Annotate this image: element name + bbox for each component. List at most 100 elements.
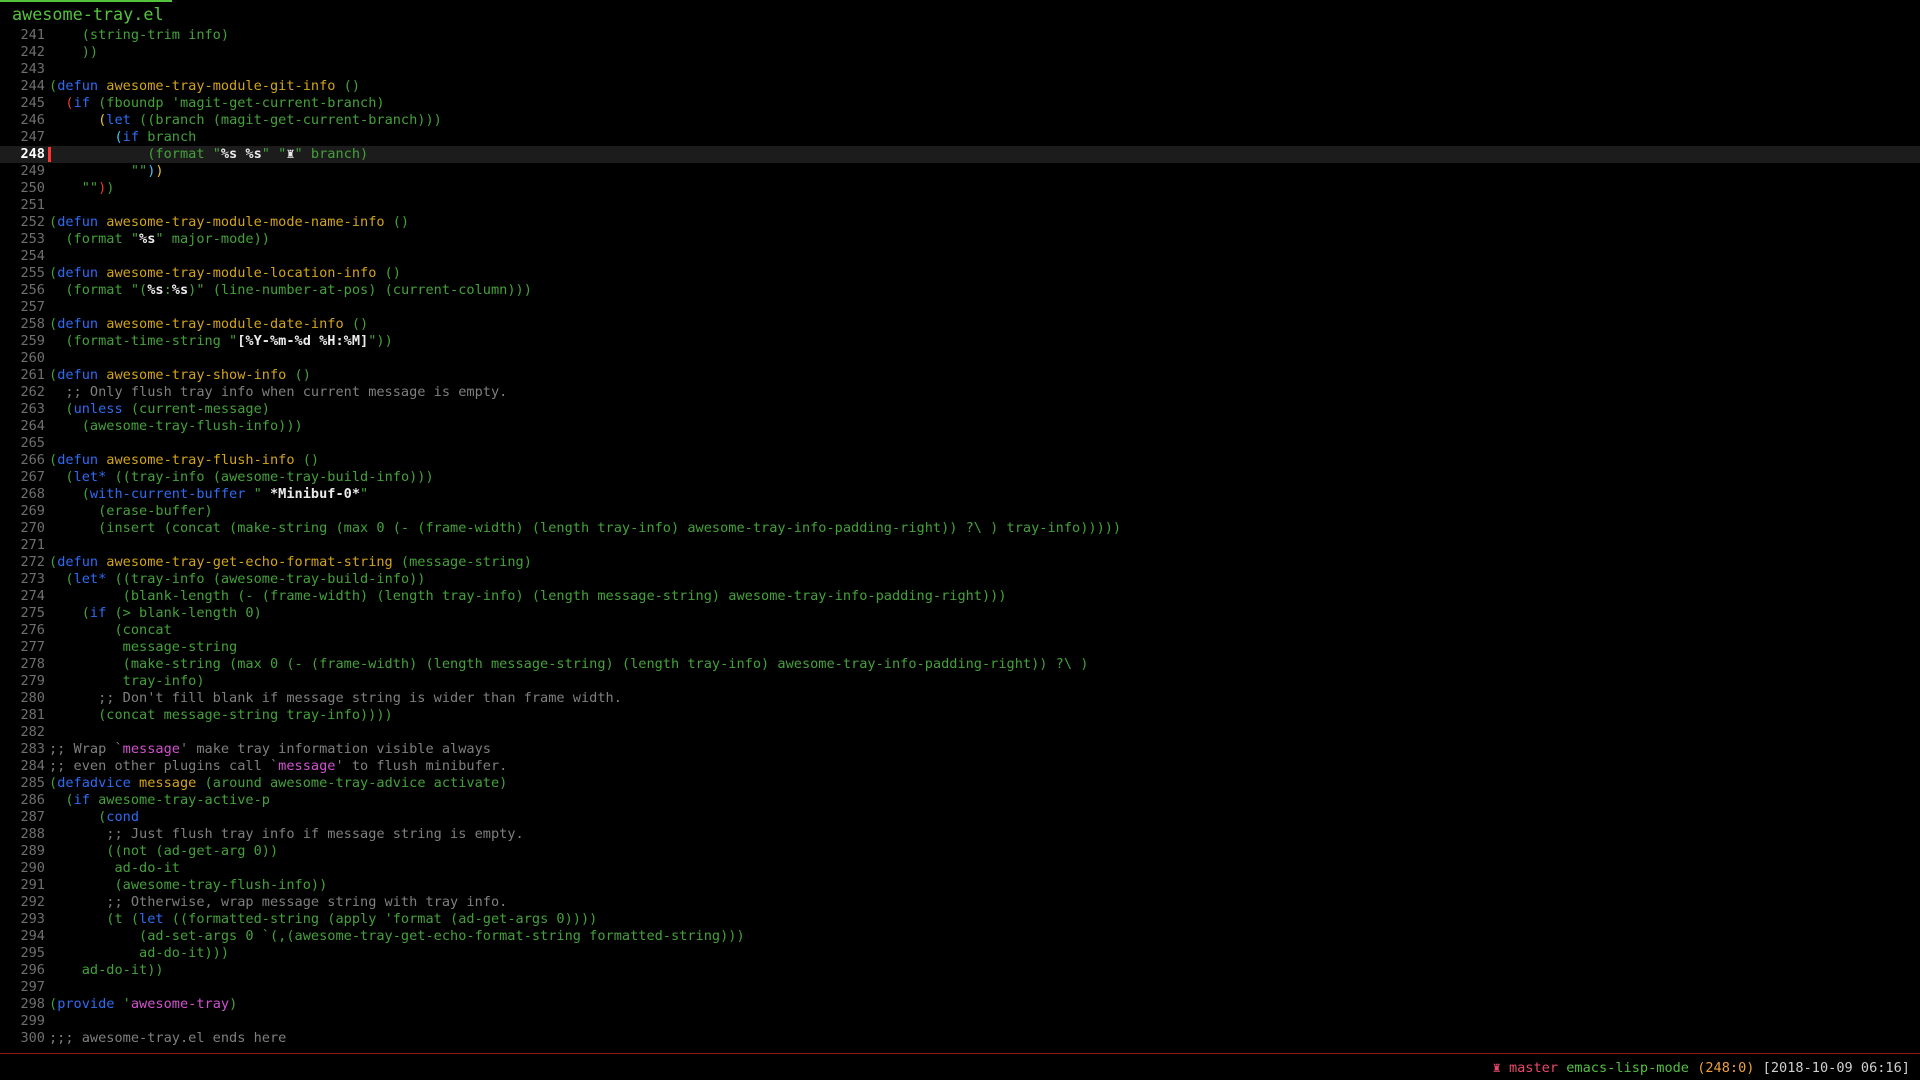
code-line[interactable]: 257 — [0, 299, 1920, 316]
code-line[interactable]: 300;;; awesome-tray.el ends here — [0, 1030, 1920, 1047]
code-line[interactable]: 298(provide 'awesome-tray) — [0, 996, 1920, 1013]
code-line[interactable]: 263 (unless (current-message) — [0, 401, 1920, 418]
code-line[interactable]: 291 (awesome-tray-flush-info)) — [0, 877, 1920, 894]
line-number: 297 — [0, 979, 45, 996]
code-line[interactable]: 279 tray-info) — [0, 673, 1920, 690]
code-line[interactable]: 292 ;; Otherwise, wrap message string wi… — [0, 894, 1920, 911]
line-number: 289 — [0, 843, 45, 860]
code-line[interactable]: 278 (make-string (max 0 (- (frame-width)… — [0, 656, 1920, 673]
code-line[interactable]: 293 (t (let ((formatted-string (apply 'f… — [0, 911, 1920, 928]
code-line[interactable]: 262 ;; Only flush tray info when current… — [0, 384, 1920, 401]
line-number: 274 — [0, 588, 45, 605]
code-text: (concat — [49, 622, 172, 639]
awesome-tray-statusbar: ♜ master emacs-lisp-mode (248:0) [2018-1… — [1493, 1059, 1910, 1078]
code-line[interactable]: 251 — [0, 197, 1920, 214]
code-line[interactable]: 244(defun awesome-tray-module-git-info (… — [0, 78, 1920, 95]
code-line[interactable]: 289 ((not (ad-get-arg 0)) — [0, 843, 1920, 860]
code-line[interactable]: 296 ad-do-it)) — [0, 962, 1920, 979]
code-line[interactable]: 260 — [0, 350, 1920, 367]
code-text: ;;; awesome-tray.el ends here — [49, 1030, 286, 1047]
code-line[interactable]: 288 ;; Just flush tray info if message s… — [0, 826, 1920, 843]
code-text: (awesome-tray-flush-info)) — [49, 877, 327, 894]
line-number: 264 — [0, 418, 45, 435]
code-text: (make-string (max 0 (- (frame-width) (le… — [49, 656, 1088, 673]
code-line[interactable]: 252(defun awesome-tray-module-mode-name-… — [0, 214, 1920, 231]
line-number: 276 — [0, 622, 45, 639]
code-line[interactable]: 284;; even other plugins call `message' … — [0, 758, 1920, 775]
code-line[interactable]: 268 (with-current-buffer " *Minibuf-0*" — [0, 486, 1920, 503]
code-line[interactable]: 294 (ad-set-args 0 `(,(awesome-tray-get-… — [0, 928, 1920, 945]
line-number: 266 — [0, 452, 45, 469]
code-line[interactable]: 299 — [0, 1013, 1920, 1030]
code-text: ;; Only flush tray info when current mes… — [49, 384, 507, 401]
code-line[interactable]: 248 (format "%s %s" "♜" branch) — [0, 146, 1920, 163]
line-number: 262 — [0, 384, 45, 401]
code-line[interactable]: 267 (let* ((tray-info (awesome-tray-buil… — [0, 469, 1920, 486]
code-line[interactable]: 255(defun awesome-tray-module-location-i… — [0, 265, 1920, 282]
code-line[interactable]: 277 message-string — [0, 639, 1920, 656]
code-line[interactable]: 256 (format "(%s:%s)" (line-number-at-po… — [0, 282, 1920, 299]
code-editor[interactable]: 241 (string-trim info)242 ))243244(defun… — [0, 27, 1920, 1047]
code-line[interactable]: 271 — [0, 537, 1920, 554]
code-line[interactable]: 265 — [0, 435, 1920, 452]
code-text: (awesome-tray-flush-info))) — [49, 418, 303, 435]
code-line[interactable]: 264 (awesome-tray-flush-info))) — [0, 418, 1920, 435]
code-line[interactable]: 259 (format-time-string "[%Y-%m-%d %H:%M… — [0, 333, 1920, 350]
code-line[interactable]: 261(defun awesome-tray-show-info () — [0, 367, 1920, 384]
code-line[interactable]: 280 ;; Don't fill blank if message strin… — [0, 690, 1920, 707]
code-line[interactable]: 282 — [0, 724, 1920, 741]
code-text: )) — [49, 44, 98, 61]
line-number: 246 — [0, 112, 45, 129]
code-text: ((not (ad-get-arg 0)) — [49, 843, 278, 860]
code-line[interactable]: 276 (concat — [0, 622, 1920, 639]
line-number: 291 — [0, 877, 45, 894]
code-line[interactable]: 286 (if awesome-tray-active-p — [0, 792, 1920, 809]
code-line[interactable]: 287 (cond — [0, 809, 1920, 826]
code-line[interactable]: 241 (string-trim info) — [0, 27, 1920, 44]
code-text: (string-trim info) — [49, 27, 229, 44]
line-number: 269 — [0, 503, 45, 520]
code-line[interactable]: 266(defun awesome-tray-flush-info () — [0, 452, 1920, 469]
code-line[interactable]: 253 (format "%s" major-mode)) — [0, 231, 1920, 248]
code-text: (format "%s %s" "♜" branch) — [49, 146, 368, 163]
tab-awesome-tray-el[interactable]: awesome-tray.el — [12, 4, 164, 24]
code-text: ;; Just flush tray info if message strin… — [49, 826, 524, 843]
code-line[interactable]: 297 — [0, 979, 1920, 996]
code-line[interactable]: 295 ad-do-it))) — [0, 945, 1920, 962]
code-line[interactable]: 246 (let ((branch (magit-get-current-bra… — [0, 112, 1920, 129]
code-line[interactable]: 285(defadvice message (around awesome-tr… — [0, 775, 1920, 792]
code-line[interactable]: 249 "")) — [0, 163, 1920, 180]
line-number: 282 — [0, 724, 45, 741]
code-line[interactable]: 245 (if (fboundp 'magit-get-current-bran… — [0, 95, 1920, 112]
code-line[interactable]: 258(defun awesome-tray-module-date-info … — [0, 316, 1920, 333]
line-number: 250 — [0, 180, 45, 197]
code-line[interactable]: 283;; Wrap `message' make tray informati… — [0, 741, 1920, 758]
code-line[interactable]: 275 (if (> blank-length 0) — [0, 605, 1920, 622]
code-line[interactable]: 274 (blank-length (- (frame-width) (leng… — [0, 588, 1920, 605]
code-line[interactable]: 272(defun awesome-tray-get-echo-format-s… — [0, 554, 1920, 571]
line-number: 261 — [0, 367, 45, 384]
line-number: 254 — [0, 248, 45, 265]
code-text: ad-do-it — [49, 860, 180, 877]
code-text: (defun awesome-tray-module-mode-name-inf… — [49, 214, 409, 231]
line-number: 260 — [0, 350, 45, 367]
code-text: "")) — [49, 163, 164, 180]
code-text: (format "(%s:%s)" (line-number-at-pos) (… — [49, 282, 532, 299]
code-line[interactable]: 254 — [0, 248, 1920, 265]
code-text: tray-info) — [49, 673, 205, 690]
code-line[interactable]: 243 — [0, 61, 1920, 78]
git-branch-label: master — [1509, 1060, 1558, 1076]
code-text: (if awesome-tray-active-p — [49, 792, 270, 809]
code-line[interactable]: 250 "")) — [0, 180, 1920, 197]
code-line[interactable]: 247 (if branch — [0, 129, 1920, 146]
code-line[interactable]: 269 (erase-buffer) — [0, 503, 1920, 520]
code-line[interactable]: 270 (insert (concat (make-string (max 0 … — [0, 520, 1920, 537]
line-number: 281 — [0, 707, 45, 724]
code-line[interactable]: 290 ad-do-it — [0, 860, 1920, 877]
line-number: 298 — [0, 996, 45, 1013]
code-line[interactable]: 242 )) — [0, 44, 1920, 61]
code-line[interactable]: 273 (let* ((tray-info (awesome-tray-buil… — [0, 571, 1920, 588]
line-number: 265 — [0, 435, 45, 452]
line-number: 258 — [0, 316, 45, 333]
code-line[interactable]: 281 (concat message-string tray-info)))) — [0, 707, 1920, 724]
